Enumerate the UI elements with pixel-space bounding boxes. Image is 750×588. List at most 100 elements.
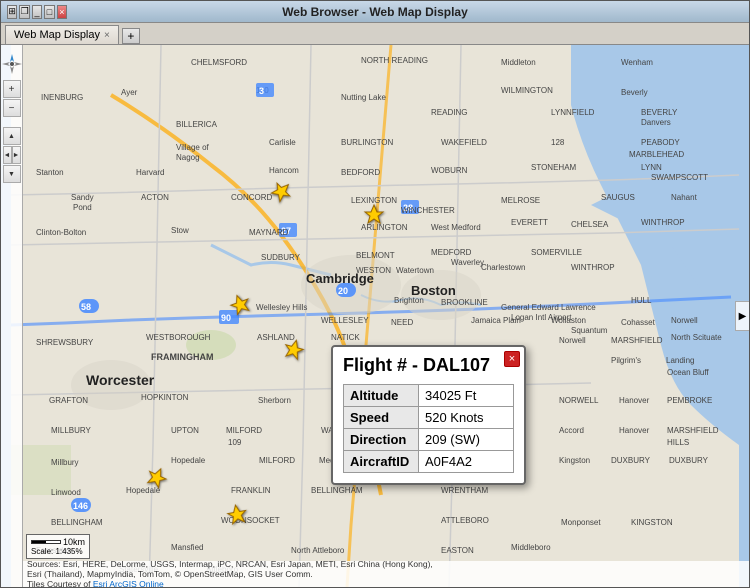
svg-text:GRAFTON: GRAFTON [49, 396, 88, 405]
svg-text:Wollaston: Wollaston [551, 316, 586, 325]
svg-text:BURLINGTON: BURLINGTON [341, 138, 394, 147]
svg-text:BROOKLINE: BROOKLINE [441, 298, 488, 307]
grid-view-btn[interactable]: ⊞ [7, 5, 17, 19]
pan-right-btn[interactable]: ► [12, 146, 21, 164]
maximize-btn[interactable]: □ [44, 5, 54, 19]
svg-text:Stanton: Stanton [36, 168, 64, 177]
svg-text:NORWELL: NORWELL [559, 396, 599, 405]
svg-text:UPTON: UPTON [171, 426, 199, 435]
flight-popup: × Flight # - DAL107 Altitude 34025 Ft Sp… [331, 345, 526, 485]
svg-text:BELLINGHAM: BELLINGHAM [311, 486, 363, 495]
svg-text:Monponset: Monponset [561, 518, 601, 527]
map-svg: Worcester Cambridge Boston INENBURG CHEL… [1, 45, 749, 587]
scroll-right-btn[interactable]: ▶ [735, 301, 749, 331]
svg-text:BEDFORD: BEDFORD [341, 168, 380, 177]
svg-text:LYNNFIELD: LYNNFIELD [551, 108, 595, 117]
close-btn[interactable]: × [57, 5, 67, 19]
pan-up-btn[interactable]: ▲ [3, 127, 21, 145]
restore-btn[interactable]: ❐ [19, 5, 29, 19]
aircraft-icon-2[interactable] [363, 203, 385, 230]
svg-text:READING: READING [431, 108, 467, 117]
aircraft-icon-5[interactable] [146, 466, 168, 493]
window-title: Web Browser - Web Map Display [67, 5, 683, 19]
svg-text:Squantum: Squantum [571, 326, 608, 335]
attribution-link[interactable]: Esri ArcGIS Online [93, 579, 164, 587]
direction-label: Direction [344, 429, 419, 451]
svg-text:WINCHESTER: WINCHESTER [401, 206, 455, 215]
pan-left-btn[interactable]: ◄ [3, 146, 12, 164]
svg-text:Nahant: Nahant [671, 193, 698, 202]
svg-text:Mansfied: Mansfied [171, 543, 203, 552]
pan-down-btn[interactable]: ▼ [3, 165, 21, 183]
speed-value: 520 Knots [419, 407, 514, 429]
speed-label: Speed [344, 407, 419, 429]
svg-text:Hanover: Hanover [619, 426, 650, 435]
svg-text:Hopedale: Hopedale [171, 456, 206, 465]
new-tab-btn[interactable]: + [122, 28, 140, 44]
svg-text:Norwell: Norwell [559, 336, 586, 345]
popup-close-btn[interactable]: × [504, 351, 520, 367]
tab-close-btn[interactable]: × [104, 30, 110, 41]
svg-text:MAYNARD: MAYNARD [249, 228, 289, 237]
svg-text:MELROSE: MELROSE [501, 196, 540, 205]
svg-text:WILMINGTON: WILMINGTON [501, 86, 553, 95]
svg-text:SWAMPSCOTT: SWAMPSCOTT [651, 173, 708, 182]
direction-value: 209 (SW) [419, 429, 514, 451]
svg-text:HULL: HULL [631, 296, 652, 305]
svg-text:20: 20 [338, 286, 348, 296]
map-container[interactable]: Worcester Cambridge Boston INENBURG CHEL… [1, 45, 749, 587]
svg-text:KINGSTON: KINGSTON [631, 518, 673, 527]
compass-rose-icon [1, 52, 24, 76]
svg-text:WINTHROP: WINTHROP [641, 218, 685, 227]
scale-label: 10km [63, 537, 85, 547]
svg-text:3: 3 [259, 86, 264, 96]
svg-text:Millbury: Millbury [51, 458, 79, 467]
svg-text:Hanover: Hanover [619, 396, 650, 405]
svg-text:Watertown: Watertown [396, 266, 434, 275]
svg-text:NORTH READING: NORTH READING [361, 56, 428, 65]
svg-text:Nagog: Nagog [176, 153, 200, 162]
window-frame: ⊞ ❐ _ □ × Web Browser - Web Map Display … [0, 0, 750, 588]
svg-text:HOPKINTON: HOPKINTON [141, 393, 189, 402]
svg-text:58: 58 [81, 302, 91, 312]
tab-web-map[interactable]: Web Map Display × [5, 25, 119, 44]
table-row: Altitude 34025 Ft [344, 385, 514, 407]
svg-text:Middleton: Middleton [501, 58, 536, 67]
svg-text:Sherborn: Sherborn [258, 396, 291, 405]
table-row: AircraftID A0F4A2 [344, 451, 514, 473]
aircraft-icon-3[interactable] [229, 293, 251, 320]
svg-text:FRAMINGHAM: FRAMINGHAM [151, 352, 214, 362]
aircraft-icon-6[interactable] [226, 503, 248, 530]
svg-text:SUDBURY: SUDBURY [261, 253, 301, 262]
svg-text:PEMBROKE: PEMBROKE [667, 396, 712, 405]
aircraft-icon-1[interactable] [271, 180, 293, 207]
zoom-out-btn[interactable]: − [3, 99, 21, 117]
svg-text:WOBURN: WOBURN [431, 166, 468, 175]
svg-text:MARSHFIELD: MARSHFIELD [667, 426, 719, 435]
svg-text:EASTON: EASTON [441, 546, 474, 555]
title-bar: ⊞ ❐ _ □ × Web Browser - Web Map Display [1, 1, 749, 23]
svg-text:DUXBURY: DUXBURY [611, 456, 651, 465]
svg-text:CONCORD: CONCORD [231, 193, 273, 202]
svg-text:SHREWSBURY: SHREWSBURY [36, 338, 94, 347]
altitude-value: 34025 Ft [419, 385, 514, 407]
svg-text:CHELMSFORD: CHELMSFORD [191, 58, 247, 67]
minimize-btn[interactable]: _ [32, 5, 42, 19]
flight-title: Flight # - DAL107 [343, 355, 514, 376]
zoom-in-btn[interactable]: + [3, 80, 21, 98]
attribution-line3: Tiles Courtesy of Esri ArcGIS Online [27, 579, 745, 587]
svg-text:128: 128 [551, 138, 565, 147]
svg-text:WAKEFIELD: WAKEFIELD [441, 138, 487, 147]
svg-text:Jamaica Plain: Jamaica Plain [471, 316, 521, 325]
aircraftid-label: AircraftID [344, 451, 419, 473]
svg-text:Kingston: Kingston [559, 456, 590, 465]
svg-text:109: 109 [228, 438, 242, 447]
tab-bar: Web Map Display × + [1, 23, 749, 45]
svg-text:North Attleboro: North Attleboro [291, 546, 345, 555]
svg-text:Sandy: Sandy [71, 193, 94, 202]
svg-text:BELMONT: BELMONT [356, 251, 395, 260]
aircraft-icon-4[interactable] [283, 338, 305, 365]
svg-text:Ocean Bluff: Ocean Bluff [667, 368, 709, 377]
svg-text:SAUGUS: SAUGUS [601, 193, 635, 202]
svg-text:Wellesley Hills: Wellesley Hills [256, 303, 307, 312]
